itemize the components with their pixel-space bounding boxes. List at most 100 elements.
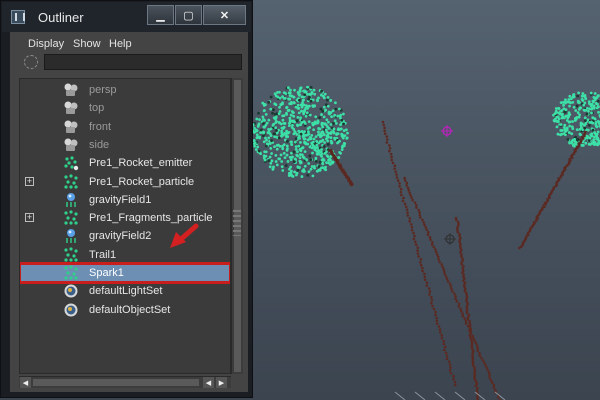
spark-particle xyxy=(310,133,314,137)
spark-particle xyxy=(299,123,303,127)
spark-particle xyxy=(571,127,575,130)
menu-show[interactable]: Show xyxy=(73,38,101,50)
spark-particle xyxy=(583,101,587,105)
spark-particle xyxy=(326,143,330,146)
spark-particle xyxy=(581,92,585,95)
spark-particle xyxy=(295,173,298,177)
spark-particle xyxy=(563,128,567,132)
spark-particle xyxy=(584,97,588,101)
spark-particle xyxy=(567,111,571,115)
outliner-item[interactable]: defaultObjectSet xyxy=(20,301,230,319)
trail-particle xyxy=(400,193,403,197)
scroll-right-icon[interactable]: ▶ xyxy=(216,377,227,388)
outliner-item[interactable]: side xyxy=(20,136,230,154)
outliner-item-label: gravityField1 xyxy=(89,193,152,206)
trail-particle xyxy=(478,354,482,357)
spark-particle xyxy=(589,91,593,95)
spark-particle xyxy=(322,158,326,162)
spark-particle xyxy=(268,155,272,159)
outliner-item[interactable]: Pre1_Rocket_emitter xyxy=(20,154,230,172)
spark-particle xyxy=(272,132,276,136)
spark-particle xyxy=(294,105,298,109)
spark-particle xyxy=(338,127,342,131)
vertical-scrollbar[interactable] xyxy=(231,78,243,374)
scroll-left-icon[interactable]: ◀ xyxy=(20,377,31,388)
scroll-left-end-icon[interactable]: ◀ xyxy=(203,377,214,388)
spark-particle xyxy=(563,110,567,114)
trail-particle xyxy=(405,208,409,211)
spark-particle xyxy=(294,140,297,144)
trail-particle xyxy=(414,240,417,244)
spark-particle xyxy=(280,134,283,138)
spark-particle xyxy=(333,137,337,141)
trail-particle xyxy=(425,284,429,287)
field-locator-icon-crosshair xyxy=(444,233,456,245)
trail-particle xyxy=(434,310,437,314)
trail-particle xyxy=(453,380,457,384)
outliner-item[interactable]: + Pre1_Rocket_particle xyxy=(20,173,230,191)
menu-help[interactable]: Help xyxy=(109,38,132,50)
spark-particle xyxy=(565,126,569,130)
outliner-item[interactable]: gravityField1 xyxy=(20,191,230,209)
outliner-item-selected[interactable]: Spark1 xyxy=(20,262,230,284)
trail-particle xyxy=(418,213,422,217)
spark-particle xyxy=(303,89,306,93)
spark-particle xyxy=(285,105,289,109)
trail-particle xyxy=(350,183,353,187)
filter-icon[interactable] xyxy=(24,55,38,69)
outliner-item[interactable]: persp xyxy=(20,81,230,99)
spark-particle xyxy=(265,121,269,125)
spark-particle xyxy=(341,133,344,137)
spark-particle xyxy=(280,165,284,169)
minimize-button[interactable]: ▁ xyxy=(147,5,174,25)
spark-particle xyxy=(269,107,273,111)
spark-particle xyxy=(292,150,296,154)
spark-particle xyxy=(291,174,295,178)
spark-particle xyxy=(296,154,299,158)
trail-particle xyxy=(423,272,426,276)
spark-particle xyxy=(329,131,333,134)
spark-particle xyxy=(309,167,313,171)
spark-particle xyxy=(262,134,265,138)
spark-particle xyxy=(281,101,284,105)
spark-particle xyxy=(583,119,587,123)
spark-particle xyxy=(322,105,326,109)
outliner-item[interactable]: top xyxy=(20,99,230,117)
trail-particle xyxy=(414,243,418,247)
spark-particle xyxy=(268,165,272,169)
spark-particle xyxy=(311,151,314,155)
trail-particle xyxy=(435,253,439,256)
trail-particle xyxy=(581,137,585,140)
particle-icon xyxy=(63,265,79,281)
spark-particle xyxy=(586,109,590,113)
horizontal-scrollbar[interactable]: ◀ ◀ ▶ xyxy=(19,376,231,388)
spark-particle xyxy=(309,137,313,141)
menu-display[interactable]: Display xyxy=(28,38,64,50)
spark-particle xyxy=(282,125,286,129)
spark-particle xyxy=(317,127,321,130)
trail-particle xyxy=(427,287,431,290)
horizontal-scroll-thumb[interactable] xyxy=(33,379,199,386)
spark-particle xyxy=(262,125,266,129)
outliner-item[interactable]: defaultLightSet xyxy=(20,282,230,300)
spark-particle xyxy=(305,111,309,115)
spark-particle xyxy=(257,111,260,115)
trail-particle xyxy=(395,176,399,179)
filter-input[interactable] xyxy=(44,54,242,70)
spark-particle xyxy=(287,97,290,101)
trail-particle xyxy=(442,339,446,343)
expand-icon[interactable]: + xyxy=(25,176,34,186)
close-button[interactable]: ✕ xyxy=(203,5,246,25)
spark-particle xyxy=(299,116,302,120)
spark-particle xyxy=(306,106,309,110)
outliner-item[interactable]: front xyxy=(20,118,230,136)
expand-icon[interactable]: + xyxy=(25,213,34,223)
title-bar[interactable]: Outliner ▁ ▢ ✕ xyxy=(2,2,251,32)
trail-particle xyxy=(403,202,407,206)
spark-particle xyxy=(292,114,296,118)
trail-particle xyxy=(388,149,391,153)
maximize-button[interactable]: ▢ xyxy=(175,5,202,25)
trail-particle xyxy=(421,218,424,222)
trail-particle xyxy=(471,334,475,338)
spark-particle xyxy=(308,95,311,99)
